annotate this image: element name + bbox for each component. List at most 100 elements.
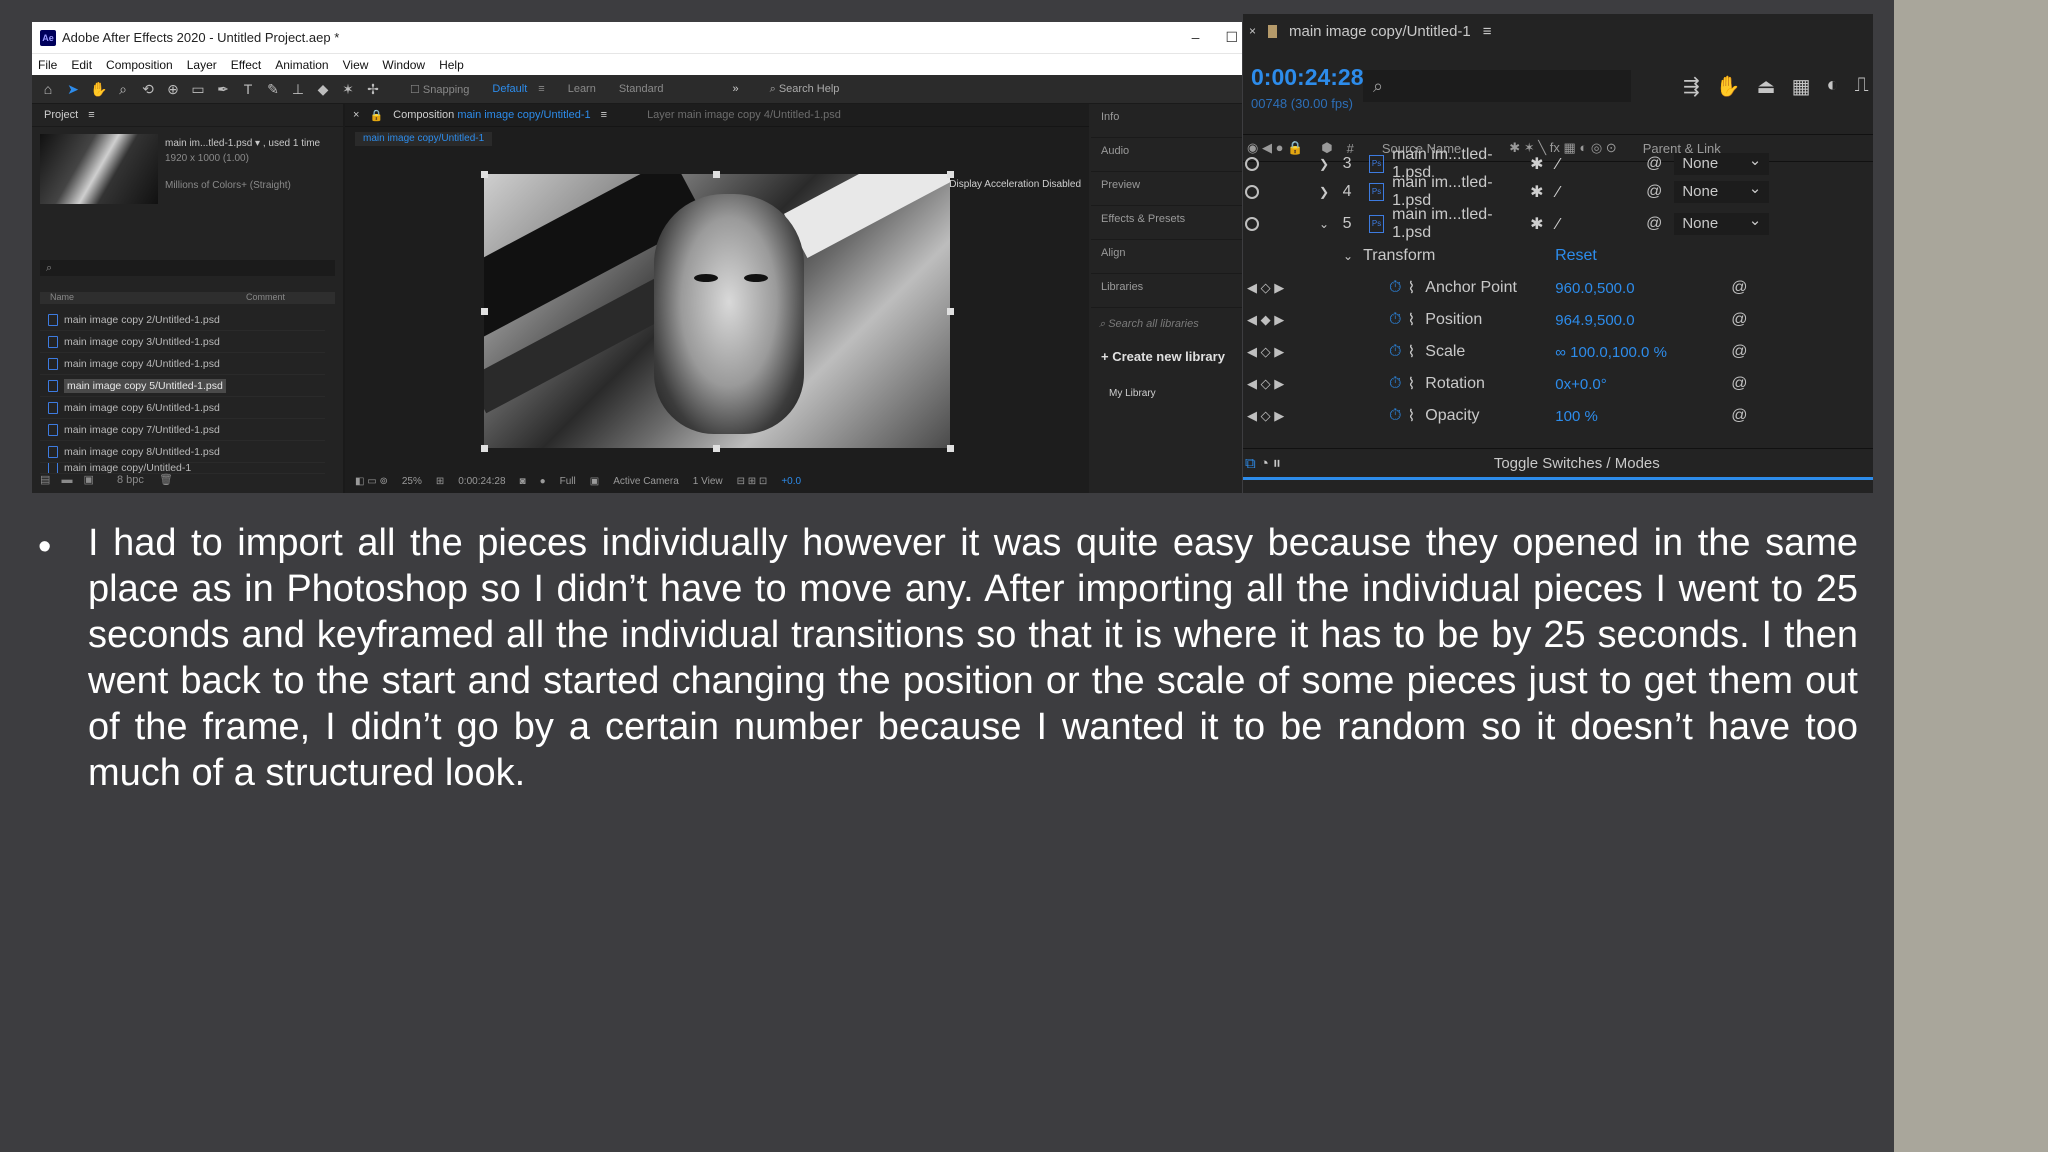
pick-whip-icon[interactable]: @ [1731, 279, 1747, 297]
pan-behind-tool-icon[interactable]: ⊕ [165, 81, 181, 98]
keyframe-navigator-icon[interactable]: ◀ ◇ ▶ [1243, 376, 1309, 392]
search-help-field[interactable]: ⌕ Search Help [770, 83, 840, 96]
project-tab[interactable]: Project ≡ [32, 104, 343, 127]
hand-tool-icon[interactable]: ✋ [90, 81, 107, 98]
reset-link[interactable]: Reset [1555, 247, 1597, 265]
layer-name[interactable]: main im...tled-1.psd [1392, 206, 1530, 242]
graph-icon[interactable]: ⌇ [1407, 310, 1415, 330]
pick-whip-icon[interactable]: @ [1731, 407, 1747, 425]
stopwatch-icon[interactable]: ⏱ [1389, 375, 1401, 393]
property-value[interactable]: 0x+0.0° [1555, 376, 1731, 393]
panel-menu-icon[interactable]: ≡ [1483, 23, 1492, 40]
graph-editor-icon[interactable]: ⎍ [1855, 74, 1869, 99]
shy-layers-icon[interactable]: ⏏ [1757, 74, 1776, 99]
layer-name[interactable]: main im...tled-1.psd [1392, 174, 1530, 210]
list-item[interactable]: main image copy 4/Untitled-1.psd [40, 353, 325, 375]
minimize-icon[interactable]: – [1192, 29, 1200, 46]
stopwatch-icon[interactable]: ⏱ [1389, 311, 1401, 329]
pick-whip-icon[interactable]: @ [1646, 155, 1662, 173]
property-row[interactable]: ◀ ◇ ▶ ⏱ ⌇ Opacity 100 % @ [1243, 400, 1873, 432]
graph-icon[interactable]: ⌇ [1407, 406, 1415, 426]
pick-whip-icon[interactable]: @ [1646, 183, 1662, 201]
column-name[interactable]: Name [40, 292, 74, 304]
menu-view[interactable]: View [343, 58, 369, 72]
project-search-input[interactable]: ⌕ [40, 260, 335, 276]
frame-blending-icon[interactable]: ▦ [1792, 74, 1811, 99]
current-timecode[interactable]: 0:00:24:28 [458, 476, 505, 487]
comp-breadcrumb[interactable]: main image copy/Untitled-1 [355, 132, 493, 146]
puppet-tool-icon[interactable]: ✢ [365, 81, 381, 98]
graph-icon[interactable]: ⌇ [1407, 374, 1415, 394]
table-row[interactable]: ❯ 4 Ps main im...tled-1.psd ✱ ⁄ @ None [1243, 174, 1873, 210]
orbit-tool-icon[interactable]: ⟲ [140, 81, 156, 98]
view-layout-select[interactable]: 1 View [693, 476, 723, 487]
property-row[interactable]: ◀ ◇ ▶ ⏱ ⌇ Anchor Point 960.0,500.0 @ [1243, 272, 1873, 304]
timeline-search-input[interactable]: ⌕ [1363, 70, 1631, 102]
parent-select[interactable]: None [1674, 210, 1770, 235]
panel-menu-icon[interactable]: ≡ [88, 109, 94, 121]
color-channels-icon[interactable]: ● [540, 476, 546, 487]
stopwatch-icon[interactable]: ⏱ [1389, 343, 1401, 361]
brush-tool-icon[interactable]: ✎ [265, 81, 281, 98]
graph-icon[interactable]: ⌇ [1407, 342, 1415, 362]
expand-arrow-icon[interactable]: ❯ [1319, 157, 1329, 171]
menu-help[interactable]: Help [439, 58, 464, 72]
more-workspaces-icon[interactable]: » [733, 83, 739, 95]
preview-options-icon[interactable]: ◧ ▭ ⊚ [355, 476, 388, 487]
side-item-preview[interactable]: Preview [1091, 172, 1242, 206]
layer-tab[interactable]: Layer main image copy 4/Untitled-1.psd [647, 109, 841, 121]
transform-handle[interactable] [481, 308, 488, 315]
trash-icon[interactable]: 🗑 [159, 474, 173, 486]
collapse-arrow-icon[interactable]: ⌄ [1319, 217, 1329, 231]
transform-group-row[interactable]: ⌄ Transform Reset [1243, 240, 1873, 272]
footer-toggle-icons[interactable]: ⧉ ◔ ⏸ [1245, 455, 1281, 472]
draft-3d-icon[interactable]: ✋ [1716, 74, 1741, 99]
rectangle-tool-icon[interactable]: ▭ [190, 81, 206, 98]
camera-select[interactable]: Active Camera [613, 476, 679, 487]
property-value[interactable]: 960.0,500.0 [1555, 280, 1731, 297]
menu-file[interactable]: File [38, 58, 57, 72]
list-item-selected[interactable]: main image copy 5/Untitled-1.psd [40, 375, 325, 397]
transform-handle[interactable] [947, 308, 954, 315]
property-row[interactable]: ◀ ◇ ▶ ⏱ ⌇ Scale ∞ 100.0,100.0 % @ [1243, 336, 1873, 368]
composition-viewer[interactable] [484, 174, 950, 448]
stopwatch-icon[interactable]: ⏱ [1389, 407, 1401, 425]
transform-handle[interactable] [713, 171, 720, 178]
transform-handle[interactable] [947, 171, 954, 178]
selection-tool-icon[interactable]: ➤ [65, 81, 81, 98]
transform-handle[interactable] [481, 171, 488, 178]
new-folder-icon[interactable]: ▬ [61, 474, 72, 486]
transform-handle[interactable] [481, 445, 488, 452]
interpret-footage-icon[interactable]: ▤ [40, 474, 50, 486]
side-item-effects-presets[interactable]: Effects & Presets [1091, 206, 1242, 240]
side-item-align[interactable]: Align [1091, 240, 1242, 274]
flowchart-icon[interactable]: ⊟ ⊞ ⊡ [737, 476, 768, 487]
workspace-standard[interactable]: Standard [619, 83, 664, 95]
type-tool-icon[interactable]: T [240, 81, 256, 97]
table-row[interactable]: ⌄ 5 Ps main im...tled-1.psd ✱ ⁄ @ None [1243, 206, 1873, 242]
side-item-info[interactable]: Info [1091, 104, 1242, 138]
exposure-value[interactable]: +0.0 [781, 476, 801, 487]
keyframe-navigator-icon[interactable]: ◀ ◇ ▶ [1243, 408, 1309, 424]
comp-flowchart-icon[interactable]: ⇶ [1683, 74, 1700, 99]
column-comment[interactable]: Comment [236, 292, 335, 304]
pick-whip-icon[interactable]: @ [1646, 215, 1662, 233]
menu-layer[interactable]: Layer [187, 58, 217, 72]
transform-handle[interactable] [713, 445, 720, 452]
list-item[interactable]: main image copy 7/Untitled-1.psd [40, 419, 325, 441]
side-item-libraries[interactable]: Libraries [1091, 274, 1242, 308]
snapping-toggle[interactable]: ☐ Snapping [410, 83, 469, 96]
list-item[interactable]: main image copy 6/Untitled-1.psd [40, 397, 325, 419]
lock-icon[interactable]: 🔒 [369, 109, 383, 122]
keyframe-navigator-icon[interactable]: ◀ ◇ ▶ [1243, 344, 1309, 360]
home-icon[interactable]: ⌂ [40, 81, 56, 97]
menu-edit[interactable]: Edit [71, 58, 92, 72]
eraser-tool-icon[interactable]: ◆ [315, 81, 331, 98]
list-item[interactable]: main image copy 2/Untitled-1.psd [40, 309, 325, 331]
new-composition-icon[interactable]: ▣ [84, 474, 94, 486]
zoom-tool-icon[interactable]: ⌕ [115, 81, 131, 98]
pick-whip-icon[interactable]: @ [1731, 375, 1747, 393]
property-value[interactable]: ∞ 100.0,100.0 % [1555, 344, 1731, 361]
pick-whip-icon[interactable]: @ [1731, 311, 1747, 329]
timeline-tab[interactable]: × main image copy/Untitled-1 ≡ [1243, 14, 1873, 48]
